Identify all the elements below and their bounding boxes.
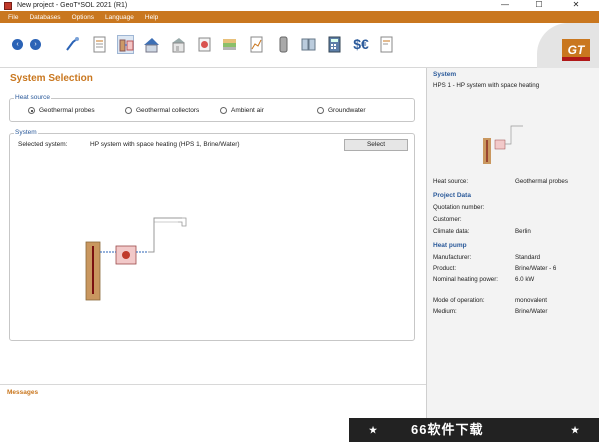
selected-system-label: Selected system: — [18, 141, 68, 148]
star-icon: ★ — [369, 425, 378, 435]
watermark-banner: ★ 66软件下载 ★ — [349, 418, 599, 442]
radio-ambient-air[interactable]: Ambient air — [220, 107, 264, 114]
radio-dot[interactable] — [220, 107, 227, 114]
radio-groundwater[interactable]: Groundwater — [317, 107, 366, 114]
gt-logo: GT — [537, 23, 599, 85]
page-title: System Selection — [10, 73, 93, 84]
climate-label: Climate data: — [433, 228, 470, 235]
heatpump-heading: Heat pump — [433, 242, 467, 249]
mode-label: Mode of operation: — [433, 297, 485, 304]
calculator-icon[interactable] — [326, 35, 343, 54]
power-label: Nominal heating power: — [433, 276, 499, 283]
menu-help[interactable]: Help — [145, 14, 158, 21]
report-icon[interactable] — [378, 35, 395, 54]
system-thumbnail — [483, 125, 523, 164]
heatpump-icon[interactable] — [196, 35, 213, 54]
radio-dot[interactable] — [317, 107, 324, 114]
project-data-heading: Project Data — [433, 192, 471, 199]
menu-bar: File Databases Options Language Help — [0, 11, 599, 23]
product-label: Product: — [433, 265, 457, 272]
radio-geothermal-probes[interactable]: Geothermal probes — [28, 107, 95, 114]
toolbar: ‹ › $€ GT — [0, 23, 599, 85]
manufacturer-label: Manufacturer: — [433, 254, 472, 261]
back-button[interactable]: ‹ — [12, 39, 23, 50]
selected-system-value: HP system with space heating (HPS 1, Bri… — [90, 141, 240, 148]
heat-source-value: Geothermal probes — [515, 178, 568, 185]
menu-databases[interactable]: Databases — [29, 14, 60, 21]
watermark-text: 66软件下载 — [411, 422, 484, 437]
power-value: 6.0 kW — [515, 276, 535, 283]
star-icon: ★ — [571, 425, 580, 435]
product-value: Brine/Water - 6 — [515, 265, 557, 272]
building-icon[interactable] — [170, 35, 187, 54]
system-diagram — [85, 217, 187, 301]
panels-icon[interactable] — [300, 35, 317, 54]
menu-options[interactable]: Options — [72, 14, 94, 21]
info-panel: System HPS 1 - HP system with space heat… — [426, 68, 599, 442]
radio-geothermal-collectors[interactable]: Geothermal collectors — [125, 107, 199, 114]
title-bar: New project - GeoT*SOL 2021 (R1) — ☐ ✕ — [0, 0, 599, 11]
forward-button[interactable]: › — [30, 39, 41, 50]
maximize-button[interactable]: ☐ — [524, 0, 554, 11]
medium-value: Brine/Water — [515, 308, 548, 315]
system-heading: System — [433, 71, 457, 78]
minimize-button[interactable]: — — [490, 0, 520, 11]
house-icon[interactable] — [143, 35, 160, 54]
main-panel: System Selection Heat source Geothermal … — [0, 68, 426, 384]
heat-source-icon[interactable] — [221, 35, 238, 54]
menu-file[interactable]: File — [8, 14, 18, 21]
heat-source-label: Heat source: — [433, 178, 469, 185]
gt-logo-text: GT — [562, 39, 590, 61]
chart-icon[interactable] — [248, 35, 265, 54]
window-title: New project - GeoT*SOL 2021 (R1) — [17, 2, 128, 9]
app-icon — [4, 1, 12, 10]
hot-water-icon[interactable] — [275, 35, 292, 54]
customer-label: Customer: — [433, 216, 462, 223]
messages-title: Messages — [7, 389, 39, 396]
radio-label: Geothermal collectors — [136, 107, 200, 114]
mode-value: monovalent — [515, 297, 547, 304]
heat-source-group: Heat source Geothermal probes Geothermal… — [9, 94, 415, 122]
system-legend: System — [14, 129, 38, 136]
dollar-euro-icon[interactable]: $€ — [349, 35, 373, 54]
document-icon[interactable] — [91, 35, 108, 54]
probe-icon[interactable] — [64, 35, 81, 54]
radio-label: Ambient air — [231, 107, 264, 114]
select-button[interactable]: Select — [344, 139, 408, 151]
system-group: System Selected system: HP system with s… — [9, 129, 415, 341]
radio-label: Geothermal probes — [39, 107, 95, 114]
quotation-label: Quotation number: — [433, 204, 485, 211]
menu-language[interactable]: Language — [105, 14, 134, 21]
system-selection-icon[interactable] — [117, 35, 134, 54]
radio-dot[interactable] — [125, 107, 132, 114]
radio-dot[interactable] — [28, 107, 35, 114]
system-name: HPS 1 - HP system with space heating — [433, 82, 540, 89]
heat-source-legend: Heat source — [14, 94, 52, 101]
manufacturer-value: Standard — [515, 254, 541, 261]
climate-value: Berlin — [515, 228, 531, 235]
radio-label: Groundwater — [328, 107, 366, 114]
medium-label: Medium: — [433, 308, 457, 315]
close-button[interactable]: ✕ — [561, 0, 591, 11]
